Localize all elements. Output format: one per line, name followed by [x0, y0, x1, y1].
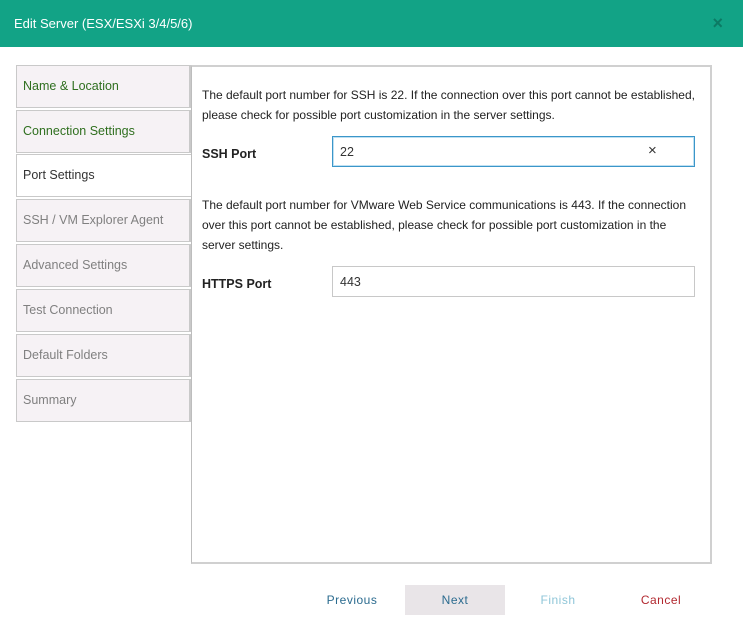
- nav-step-default-folders[interactable]: Default Folders: [16, 334, 191, 377]
- nav-step-advanced-settings[interactable]: Advanced Settings: [16, 244, 191, 287]
- nav-step-connection-settings[interactable]: Connection Settings: [16, 110, 191, 153]
- cancel-button[interactable]: Cancel: [630, 585, 692, 615]
- nav-step-name-location[interactable]: Name & Location: [16, 65, 191, 108]
- port-settings-panel: The default port number for SSH is 22. I…: [191, 65, 712, 564]
- nav-step-ssh-vm-explorer-agent[interactable]: SSH / VM Explorer Agent: [16, 199, 191, 242]
- https-port-label: HTTPS Port: [202, 277, 272, 291]
- dialog-title: Edit Server (ESX/ESXi 3/4/5/6): [14, 16, 193, 31]
- dialog-titlebar: Edit Server (ESX/ESXi 3/4/5/6) ×: [0, 0, 743, 47]
- https-port-description: The default port number for VMware Web S…: [202, 198, 687, 252]
- nav-step-port-settings[interactable]: Port Settings: [16, 154, 192, 197]
- finish-button[interactable]: Finish: [523, 585, 593, 615]
- https-port-input[interactable]: [332, 266, 695, 297]
- nav-step-test-connection[interactable]: Test Connection: [16, 289, 191, 332]
- ssh-port-description: The default port number for SSH is 22. I…: [202, 88, 695, 122]
- next-button[interactable]: Next: [405, 585, 505, 615]
- ssh-port-label: SSH Port: [202, 147, 257, 161]
- nav-step-summary[interactable]: Summary: [16, 379, 191, 422]
- previous-button[interactable]: Previous: [316, 585, 388, 615]
- close-icon[interactable]: ×: [712, 14, 723, 32]
- clear-input-icon[interactable]: ×: [648, 143, 657, 158]
- ssh-port-input[interactable]: [332, 136, 695, 167]
